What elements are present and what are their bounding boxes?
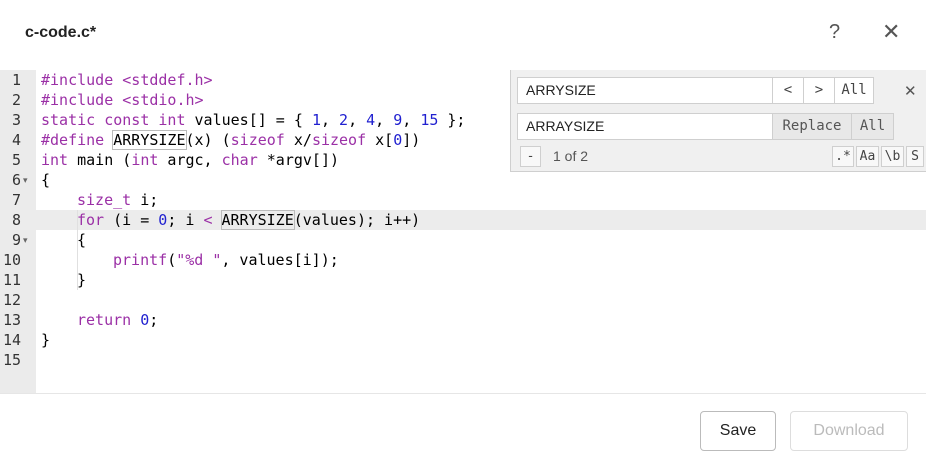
download-button[interactable]: Download	[790, 411, 908, 451]
fold-arrow-icon[interactable]: ▾	[23, 170, 28, 190]
whole-word-toggle[interactable]: \b	[881, 146, 904, 167]
close-button[interactable]: ✕	[882, 19, 900, 45]
line-number: 4	[11, 131, 21, 149]
search-in-selection-toggle[interactable]: S	[906, 146, 924, 167]
search-match-highlight: ARRYSIZE	[112, 130, 187, 150]
help-button[interactable]: ?	[829, 21, 840, 44]
code-line-3: static const int values[] = { 1, 2, 4, 9…	[41, 111, 466, 129]
find-next-button[interactable]: >	[803, 77, 835, 104]
code-line-4: #define ARRYSIZE(x) (sizeof x/sizeof x[0…	[41, 130, 421, 150]
line-number: 10	[2, 251, 21, 269]
case-sensitive-toggle[interactable]: Aa	[856, 146, 879, 167]
fold-arrow-icon[interactable]: ▾	[23, 230, 28, 250]
replace-input[interactable]: ARRAYSIZE	[517, 113, 773, 140]
search-input[interactable]: ARRYSIZE	[517, 77, 773, 104]
close-search-icon[interactable]: ✕	[904, 82, 917, 100]
find-prev-button[interactable]: <	[772, 77, 804, 104]
find-all-button[interactable]: All	[834, 77, 874, 104]
toggle-replace-button[interactable]: -	[520, 146, 541, 167]
code-line-8: for (i = 0; i < ARRYSIZE(values); i++)	[77, 210, 421, 230]
code-line-5: int main (int argc, char *argv[])	[41, 151, 340, 169]
line-number: 15	[2, 351, 21, 369]
line-number: 12	[2, 291, 21, 309]
chevron-left-icon: <	[783, 82, 793, 98]
code-line-2: #include <stdio.h>	[41, 91, 204, 109]
dialog-footer: Save Download	[0, 393, 926, 466]
find-replace-panel: ARRYSIZE < > All ✕ ARRAYSIZE Replace All…	[510, 70, 926, 172]
line-number: 5	[11, 151, 21, 169]
regex-toggle[interactable]: .*	[832, 146, 854, 167]
line-number: 9	[11, 231, 21, 249]
line-number: 3	[11, 111, 21, 129]
line-number: 14	[2, 331, 21, 349]
line-number: 11	[2, 271, 21, 289]
code-line-7: size_t i;	[77, 191, 159, 209]
chevron-right-icon: >	[814, 82, 824, 98]
line-number: 2	[11, 91, 21, 109]
dialog-header: c-code.c* ? ✕	[0, 0, 926, 70]
file-title: c-code.c*	[25, 24, 97, 41]
line-number: 6	[11, 171, 21, 189]
code-line-14: }	[41, 331, 51, 349]
match-counter: 1 of 2	[553, 148, 589, 164]
replace-button[interactable]: Replace	[772, 113, 852, 140]
line-number: 13	[2, 311, 21, 329]
search-match-current: ARRYSIZE	[220, 210, 295, 230]
replace-all-button[interactable]: All	[851, 113, 894, 140]
save-button[interactable]: Save	[700, 411, 776, 451]
line-number: 8	[11, 211, 21, 229]
line-number: 1	[11, 71, 21, 89]
code-line-1: #include <stddef.h>	[41, 71, 213, 89]
code-line-13: return 0;	[77, 311, 159, 329]
code-line-10: printf("%d ", values[i]);	[113, 251, 339, 269]
code-line-6: {	[41, 171, 51, 189]
code-line-9: {	[77, 231, 87, 249]
line-number: 7	[11, 191, 21, 209]
code-line-11: }	[77, 271, 87, 289]
